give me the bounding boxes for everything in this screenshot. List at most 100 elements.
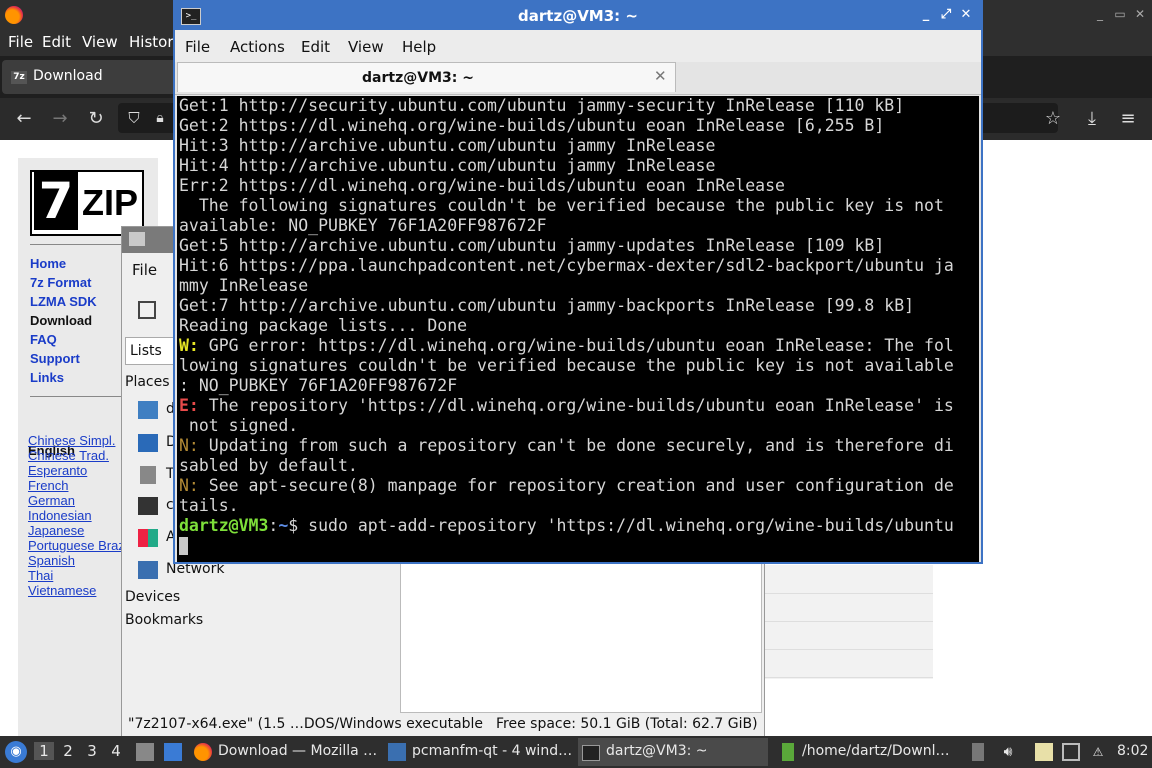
file-manager-launcher-icon[interactable]: [136, 743, 154, 761]
devices-header[interactable]: Devices: [125, 589, 180, 605]
lang-spanish[interactable]: Spanish: [28, 553, 75, 568]
grid-line: [765, 649, 933, 650]
menu-view[interactable]: View: [348, 38, 384, 56]
terminal-tab[interactable]: dartz@VM3: ~ ✕: [177, 62, 676, 92]
reload-icon[interactable]: ↻: [84, 107, 108, 131]
menu-help[interactable]: Help: [402, 38, 436, 56]
warning-message: GPG error: https://dl.winehq.org/wine-bu…: [179, 336, 954, 395]
folder-icon: [129, 232, 145, 246]
shield-icon[interactable]: ⛉: [122, 106, 146, 130]
menu-file[interactable]: File: [185, 38, 210, 56]
grid-line: [765, 593, 933, 594]
new-tab-icon[interactable]: [138, 301, 156, 319]
nav-lzma-sdk[interactable]: LZMA SDK: [30, 294, 97, 309]
desktop-3-button[interactable]: 3: [82, 742, 102, 760]
hamburger-menu-icon[interactable]: ≡: [1116, 107, 1140, 131]
maximize-icon[interactable]: ⤢: [938, 7, 954, 23]
menu-file[interactable]: File: [132, 261, 157, 279]
lang-indonesian[interactable]: Indonesian: [28, 508, 92, 523]
menu-edit[interactable]: Edit: [301, 38, 330, 56]
status-free-space: Free space: 50.1 GiB (Total: 62.7 GiB): [496, 716, 758, 732]
firefox-icon: [194, 743, 212, 761]
notification-icon[interactable]: ⚠: [1089, 743, 1107, 761]
terminal-titlebar[interactable]: >_ dartz@VM3: ~ _ ⤢ ✕: [175, 2, 981, 30]
desktop-1-button[interactable]: 1: [34, 742, 54, 760]
lang-french[interactable]: French: [28, 478, 68, 493]
grid-line: [765, 621, 933, 622]
task-label: dartz@VM3: ~: [606, 743, 708, 759]
start-menu-icon[interactable]: ◉: [5, 741, 27, 763]
terminal-icon: [582, 745, 600, 761]
lang-thai[interactable]: Thai: [28, 568, 53, 583]
status-selected-file: "7z2107-x64.exe" (1.5 …DOS/Windows execu…: [128, 716, 484, 732]
taskbar: ◉ 1 2 3 4 Download — Mozilla … pcmanfm-q…: [0, 736, 1152, 768]
notes-icon[interactable]: [1035, 743, 1053, 761]
trash-icon: [140, 466, 156, 484]
close-icon[interactable]: ✕: [1132, 6, 1148, 22]
output-line: Hit:4 http://archive.ubuntu.com/ubuntu j…: [179, 156, 716, 175]
error-prefix: E:: [179, 396, 199, 415]
bookmarks-header[interactable]: Bookmarks: [125, 612, 203, 628]
task-pcmanfm[interactable]: pcmanfm-qt - 4 wind…: [384, 738, 574, 766]
volume-icon[interactable]: 🔊︎: [999, 743, 1017, 761]
desktop-4-button[interactable]: 4: [106, 742, 126, 760]
output-line: The following signatures couldn't be ver…: [179, 196, 944, 215]
clock[interactable]: 8:02: [1117, 743, 1148, 759]
network-icon: [138, 561, 158, 579]
applications-icon: [138, 529, 158, 547]
lang-chinese-trad[interactable]: Chinese Trad.: [28, 448, 109, 463]
menu-file[interactable]: File: [8, 33, 33, 51]
task-label: /home/dartz/Downl…: [802, 743, 950, 759]
task-file[interactable]: /home/dartz/Downl…: [774, 738, 964, 766]
output-line: Reading package lists... Done: [179, 316, 468, 335]
maximize-icon[interactable]: ▭: [1112, 6, 1128, 22]
minimize-icon[interactable]: _: [1092, 6, 1108, 22]
lock-icon[interactable]: 🔒︎: [148, 106, 172, 130]
forward-icon[interactable]: →: [48, 107, 72, 131]
output-line: Get:1 http://security.ubuntu.com/ubuntu …: [179, 96, 905, 115]
nav-support[interactable]: Support: [30, 351, 80, 366]
show-desktop-icon[interactable]: [164, 743, 182, 761]
menu-view[interactable]: View: [82, 33, 118, 51]
lang-portuguese-brazil[interactable]: Portuguese Brazil: [28, 538, 131, 553]
lang-esperanto[interactable]: Esperanto: [28, 463, 87, 478]
desktop-icon: [138, 434, 158, 452]
close-icon[interactable]: ✕: [958, 7, 974, 23]
task-firefox[interactable]: Download — Mozilla …: [190, 738, 380, 766]
lang-german[interactable]: German: [28, 493, 75, 508]
download-icon[interactable]: ⤓: [1080, 107, 1104, 131]
nav-7z-format[interactable]: 7z Format: [30, 275, 91, 290]
home-folder-icon: [138, 401, 158, 419]
menu-actions[interactable]: Actions: [230, 38, 285, 56]
lang-chinese-simpl[interactable]: Chinese Simpl.: [28, 433, 115, 448]
output-line: Hit:3 http://archive.ubuntu.com/ubuntu j…: [179, 136, 716, 155]
output-line: Err:2 https://dl.winehq.org/wine-builds/…: [179, 176, 785, 195]
side-pane-mode-select[interactable]: Lists: [125, 337, 175, 365]
network-status-icon[interactable]: [1062, 743, 1080, 761]
clipboard-icon[interactable]: [972, 743, 984, 761]
menu-edit[interactable]: Edit: [42, 33, 71, 51]
lang-vietnamese[interactable]: Vietnamese: [28, 583, 96, 598]
nav-links[interactable]: Links: [30, 370, 64, 385]
output-line: Get:7 http://archive.ubuntu.com/ubuntu j…: [179, 296, 915, 315]
desktop-2-button[interactable]: 2: [58, 742, 78, 760]
nav-home[interactable]: Home: [30, 256, 66, 271]
terminal-window: >_ dartz@VM3: ~ _ ⤢ ✕ File Actions Edit …: [173, 0, 983, 564]
back-icon[interactable]: ←: [12, 107, 36, 131]
terminal-output[interactable]: Get:1 http://security.ubuntu.com/ubuntu …: [177, 96, 979, 562]
prompt-symbol: $: [288, 516, 309, 535]
lang-japanese[interactable]: Japanese: [28, 523, 84, 538]
minimize-icon[interactable]: _: [918, 7, 934, 23]
nav-faq[interactable]: FAQ: [30, 332, 57, 347]
note-message: See apt-secure(8) manpage for repository…: [179, 476, 954, 515]
grid-line: [765, 677, 933, 678]
bookmark-star-icon[interactable]: ☆: [1041, 107, 1065, 131]
task-terminal[interactable]: dartz@VM3: ~: [578, 738, 768, 766]
file-list-view[interactable]: [400, 557, 762, 713]
terminal-menubar: File Actions Edit View Help: [175, 30, 981, 62]
error-message: The repository 'https://dl.winehq.org/wi…: [188, 396, 954, 435]
tab-close-icon[interactable]: ✕: [654, 67, 667, 85]
tab-download[interactable]: 7z Download: [2, 60, 202, 94]
logo-number: 7: [34, 172, 78, 230]
command-input[interactable]: sudo apt-add-repository 'https://dl.wine…: [308, 516, 954, 535]
